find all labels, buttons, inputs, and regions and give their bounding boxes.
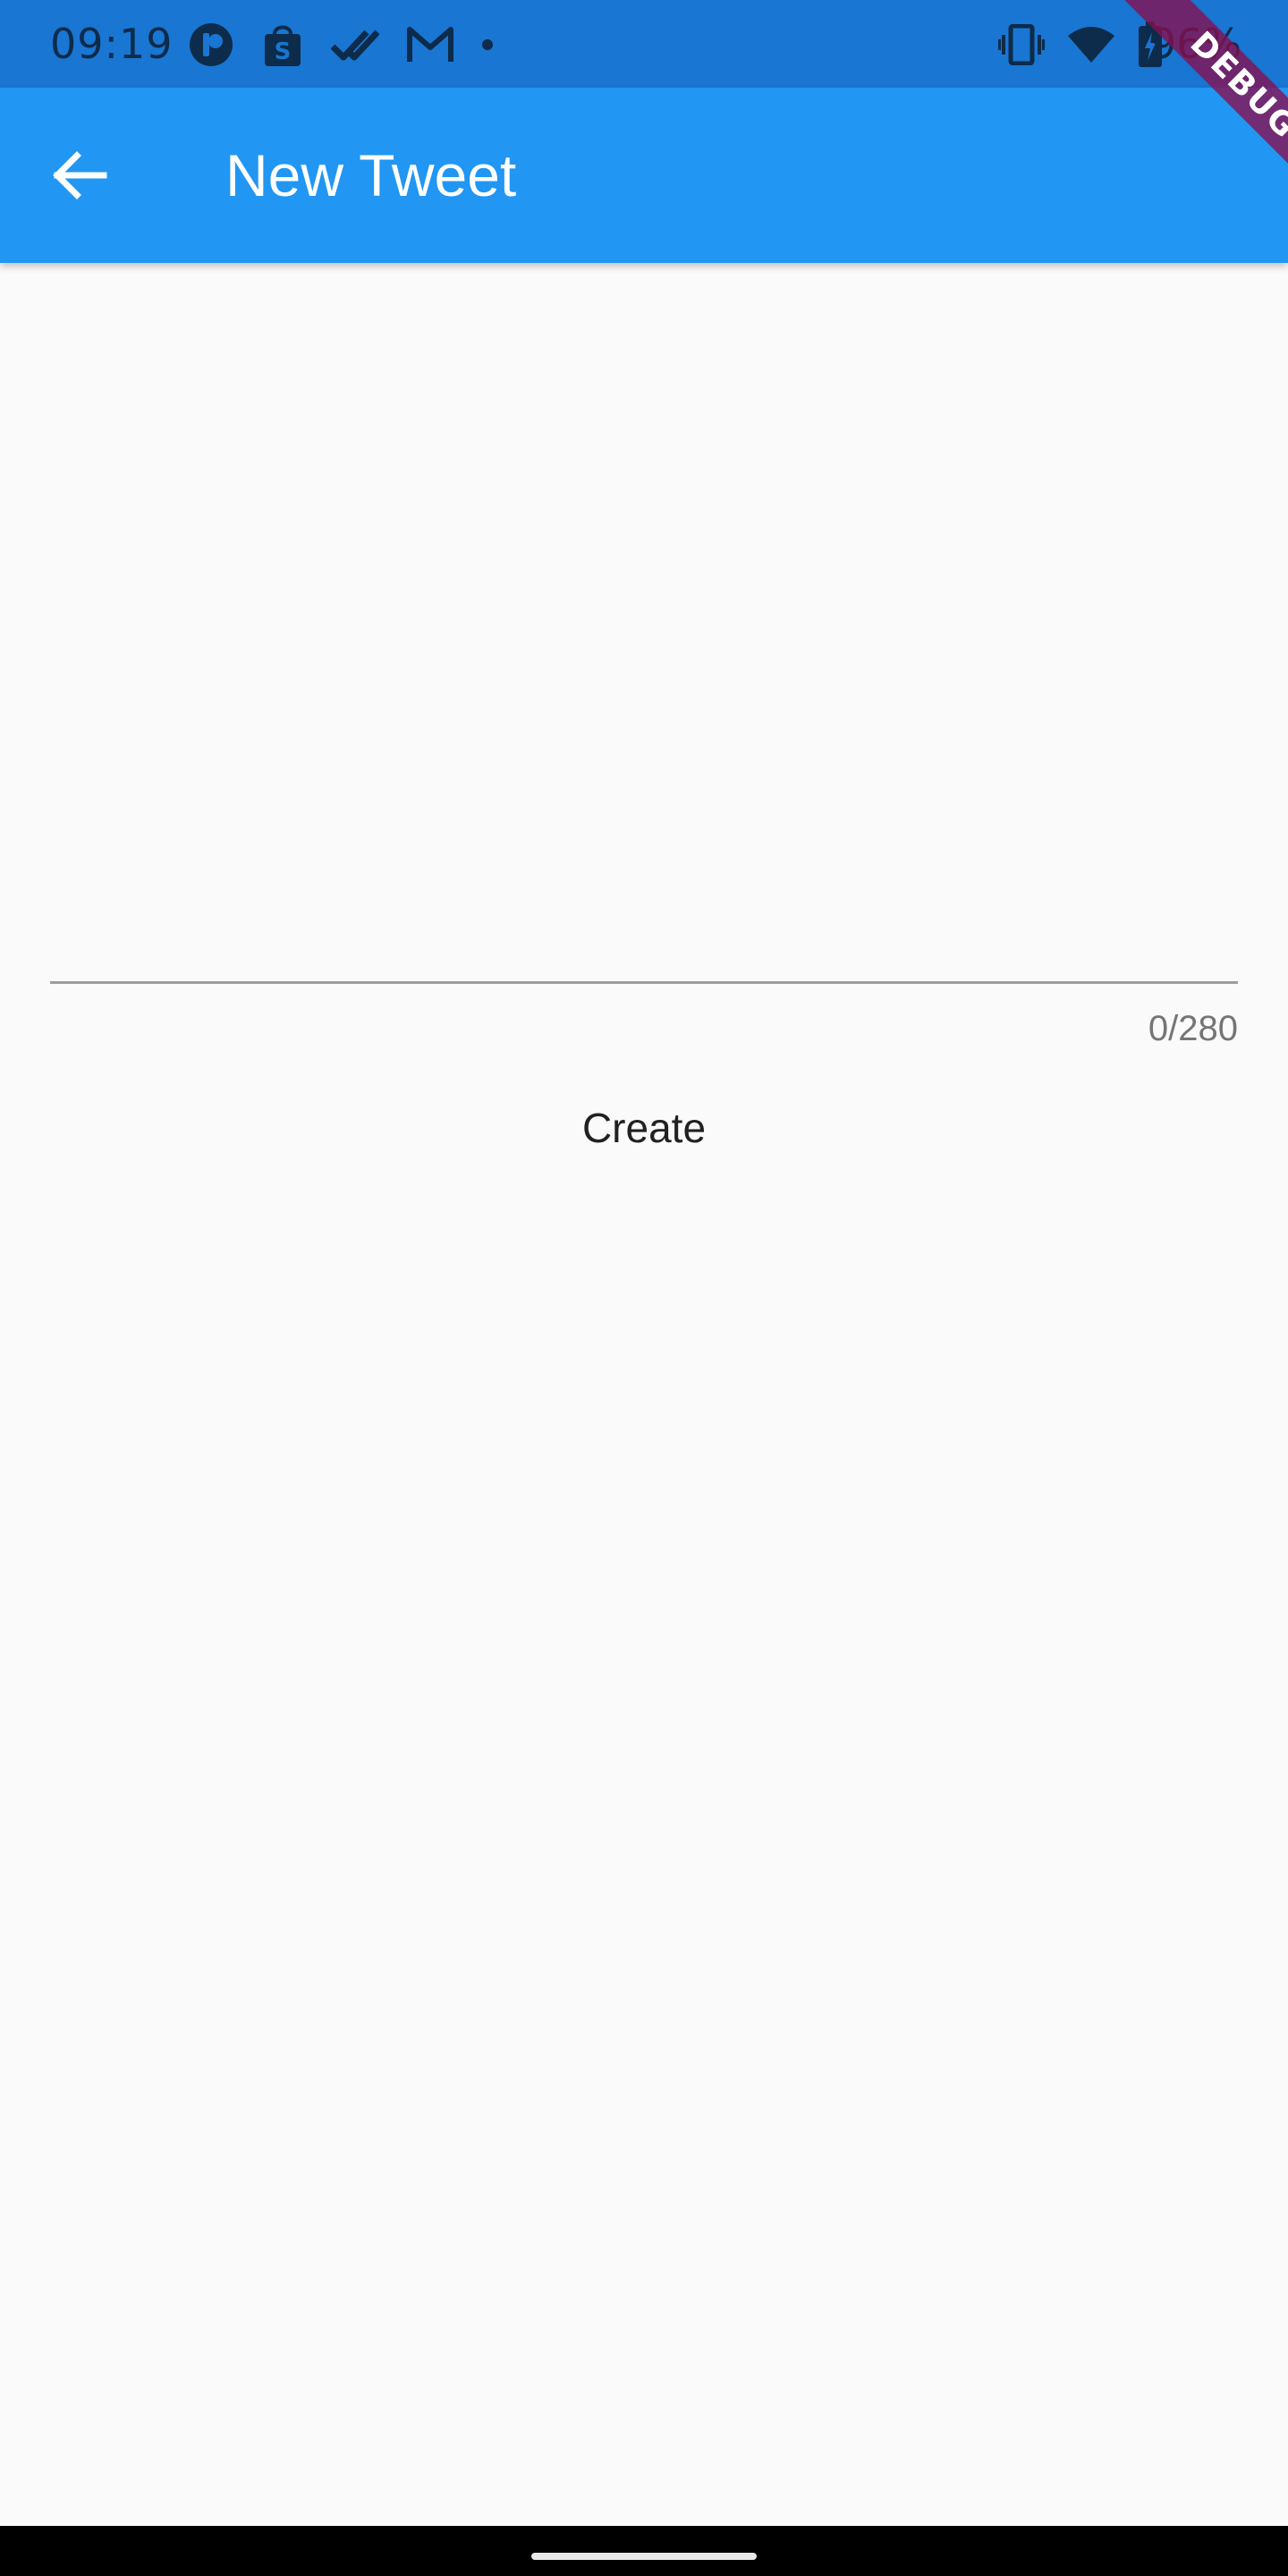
tweet-input[interactable] — [50, 263, 1238, 982]
character-counter: 0/280 — [1148, 1009, 1238, 1048]
status-bar: 09:19 S 96% — [0, 0, 1288, 88]
app-bar: New Tweet — [0, 88, 1288, 263]
status-notification-icons: S — [188, 20, 494, 70]
page-title: New Tweet — [225, 142, 517, 208]
status-time: 09:19 — [50, 20, 174, 68]
gmail-icon — [406, 26, 454, 64]
vibrate-icon — [998, 24, 1045, 65]
battery-percentage: 96% — [1150, 20, 1242, 68]
wifi-icon — [1066, 25, 1116, 64]
create-button[interactable]: Create — [555, 1088, 733, 1168]
back-button[interactable] — [36, 132, 122, 218]
home-indicator[interactable] — [531, 2553, 757, 2560]
shopping-bag-icon: S — [261, 21, 304, 68]
svg-text:S: S — [275, 38, 292, 65]
arrow-back-icon — [50, 150, 107, 200]
status-system-icons — [998, 20, 1163, 70]
notification-dot-icon — [481, 38, 494, 51]
double-check-icon — [331, 25, 379, 64]
circle-r-icon — [188, 21, 234, 68]
navigation-bar — [0, 2526, 1288, 2576]
tweet-input-underline — [50, 981, 1238, 984]
